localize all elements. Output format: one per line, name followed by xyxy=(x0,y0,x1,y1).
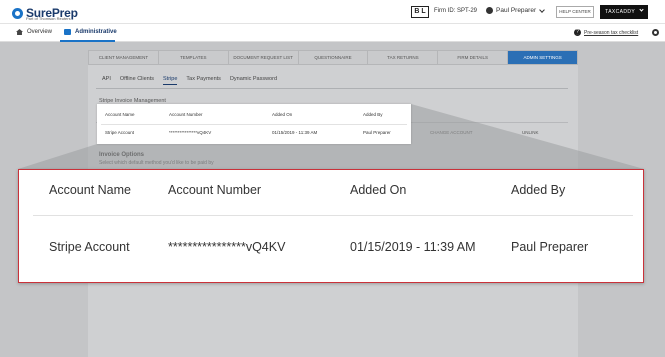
sub-tab-stripe[interactable]: Stripe xyxy=(163,76,178,85)
logo-subtitle: Part of Thomson Reuters xyxy=(26,16,71,21)
added-by-value: Paul Preparer xyxy=(511,240,589,254)
settings-sub-tabs: API Offline Clients Stripe Tax Payments … xyxy=(102,76,286,85)
added-by-header: Added By xyxy=(363,112,383,117)
account-name-value: Stripe Account xyxy=(105,130,135,135)
admin-tab-strip: CLIENT MANAGEMENT TEMPLATES DOCUMENT REQ… xyxy=(88,50,578,65)
added-on-value: 01/15/2019 - 11:39 AM xyxy=(272,130,318,135)
account-number-header: Account Number xyxy=(169,112,203,117)
invoice-options-subtitle: Select which default method you'd like t… xyxy=(99,160,214,166)
added-on-header: Added On xyxy=(350,183,407,197)
nav-administrative[interactable]: Administrative xyxy=(64,29,117,35)
tab-admin-settings[interactable]: ADMIN SETTINGS xyxy=(508,51,578,64)
unlink-link[interactable]: UNLINK xyxy=(522,130,539,135)
added-on-value: 01/15/2019 - 11:39 AM xyxy=(350,240,476,254)
account-number-value: ****************vQ4KV xyxy=(169,130,212,135)
gear-icon[interactable] xyxy=(652,29,659,36)
tab-tax-returns[interactable]: TAX RETURNS xyxy=(368,51,439,64)
header-separator xyxy=(33,215,633,216)
account-number-header: Account Number xyxy=(168,183,262,197)
added-on-header: Added On xyxy=(272,112,293,117)
tab-firm-details[interactable]: FIRM DETAILS xyxy=(438,51,509,64)
bl-badge: B L xyxy=(411,6,429,18)
invoice-options-title: Invoice Options xyxy=(99,152,145,158)
home-icon xyxy=(16,29,23,35)
checklist-label: Pre-season tax checklist xyxy=(584,29,639,36)
sub-tab-offline-clients[interactable]: Offline Clients xyxy=(120,76,154,85)
account-name-value: Stripe Account xyxy=(49,240,130,254)
nav-overview[interactable]: Overview xyxy=(16,29,52,35)
sub-navigation: Overview Administrative ? Pre-season tax… xyxy=(0,24,665,42)
account-number-value: ****************vQ4KV xyxy=(168,240,286,254)
account-name-header: Account Name xyxy=(105,112,135,117)
help-icon: ? xyxy=(574,29,581,36)
tab-client-management[interactable]: CLIENT MANAGEMENT xyxy=(89,51,159,64)
top-header: SurePrep Part of Thomson Reuters B L Fir… xyxy=(0,0,665,24)
app-window: SurePrep Part of Thomson Reuters B L Fir… xyxy=(0,0,665,357)
pre-season-checklist-link[interactable]: ? Pre-season tax checklist xyxy=(574,29,638,36)
stripe-account-table-zoomed: Account Name Account Number Added On Add… xyxy=(18,169,644,283)
help-center-button[interactable]: HELP CENTER xyxy=(556,6,594,18)
account-name-header: Account Name xyxy=(49,183,131,197)
added-by-header: Added By xyxy=(511,183,566,197)
admin-icon xyxy=(64,29,71,35)
tab-templates[interactable]: TEMPLATES xyxy=(159,51,229,64)
nav-administrative-label: Administrative xyxy=(75,29,117,35)
tab-document-request-list[interactable]: DOCUMENT REQUEST LIST xyxy=(229,51,299,64)
chevron-down-icon xyxy=(539,6,545,13)
nav-overview-label: Overview xyxy=(27,29,53,35)
taxcaddy-button[interactable]: TAXCADDY xyxy=(600,5,648,19)
logo-icon xyxy=(12,7,23,19)
user-name: Paul Preparer xyxy=(496,7,537,14)
stripe-account-table-small: Account Name Account Number Added On Add… xyxy=(97,104,411,144)
taxcaddy-label: TAXCADDY xyxy=(605,9,636,15)
sub-tab-dynamic-password[interactable]: Dynamic Password xyxy=(230,76,277,85)
added-by-value: Paul Preparer xyxy=(363,130,391,135)
sub-tab-api[interactable]: API xyxy=(102,76,111,85)
header-separator xyxy=(101,124,407,125)
tab-questionnaire[interactable]: QUESTIONNAIRE xyxy=(299,51,369,64)
user-icon xyxy=(486,7,493,14)
change-account-link[interactable]: CHANGE ACCOUNT xyxy=(430,130,473,135)
chevron-down-icon xyxy=(639,7,644,12)
firm-id: Firm ID: SPT-29 xyxy=(434,8,478,14)
sub-tab-divider xyxy=(96,88,568,89)
sub-tab-tax-payments[interactable]: Tax Payments xyxy=(186,76,221,85)
user-menu[interactable]: Paul Preparer xyxy=(486,6,545,14)
